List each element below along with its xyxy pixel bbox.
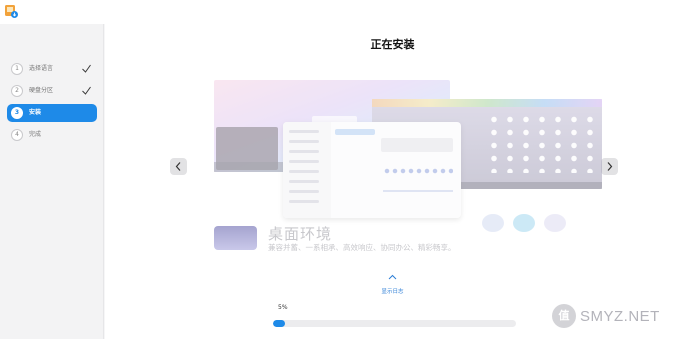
feature-title: 桌面环境 [268, 225, 333, 243]
step-number: 4 [11, 129, 23, 141]
preview-accent-dots [383, 168, 453, 174]
install-panel: 正在安装 桌面环境 兼容并蓄、一系相承、高效响应、协同办公、精彩畅享。 显示日志… [105, 24, 680, 339]
preview-selection [335, 129, 375, 135]
watermark-text: SMYZ.NET [580, 308, 660, 325]
preview-feature-icons [482, 214, 575, 236]
checkmark-icon [82, 64, 91, 73]
previous-slide-button[interactable] [170, 158, 187, 175]
step-label: 安装 [29, 109, 42, 116]
step-label: 选择语言 [29, 65, 54, 72]
progress-percent: 5% [278, 304, 288, 311]
feature-description: 兼容并蓄、一系相承、高效响应、协同办公、精彩畅享。 [268, 243, 456, 252]
step-label: 完成 [29, 131, 42, 138]
next-slide-button[interactable] [601, 158, 618, 175]
step-install: 3 安装 [7, 104, 97, 122]
install-progress-bar [273, 320, 516, 327]
settings-window-screenshot [283, 122, 461, 218]
chevron-up-icon [388, 274, 397, 280]
step-select-language: 1 选择语言 [7, 60, 97, 78]
step-finish: 4 完成 [7, 126, 97, 144]
page-title: 正在安装 [370, 38, 415, 51]
preview-theme-panel [381, 138, 453, 152]
step-number: 1 [11, 63, 23, 75]
chevron-right-icon [607, 162, 613, 171]
step-number: 2 [11, 85, 23, 97]
watermark-badge: 值 [552, 304, 576, 328]
watermark: 值 SMYZ.NET [552, 304, 676, 334]
desktop-environment-icon [214, 226, 257, 250]
step-label: 硬盘分区 [29, 87, 54, 94]
chevron-left-icon [175, 162, 181, 171]
progress-fill [273, 320, 286, 327]
app-icon-grid [486, 113, 598, 173]
show-log-label: 显示日志 [381, 289, 404, 295]
preview-sidebar [283, 122, 331, 218]
steps-sidebar: 1 选择语言 2 硬盘分区 3 安装 4 完成 [0, 24, 104, 339]
preview-slider [383, 190, 453, 192]
step-disk-partition: 2 硬盘分区 [7, 82, 97, 100]
checkmark-icon [82, 86, 91, 95]
show-log-button[interactable]: 显示日志 [105, 274, 680, 295]
installer-app-icon [5, 5, 18, 18]
step-number: 3 [11, 107, 23, 119]
preview-color-band [372, 99, 602, 107]
title-bar [0, 0, 680, 24]
